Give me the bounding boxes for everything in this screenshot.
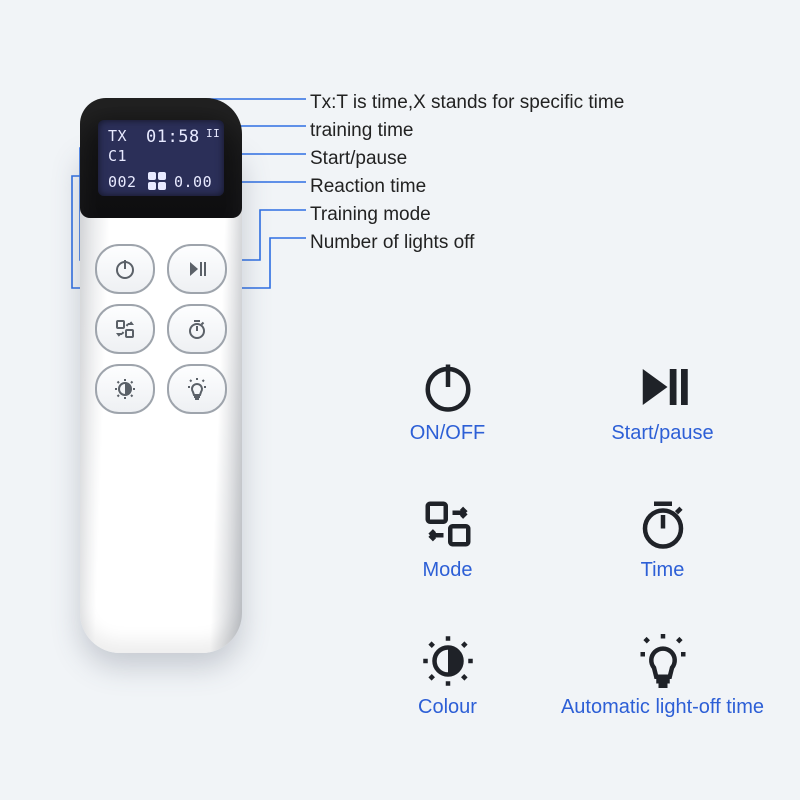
remote-control: TX 01:58 II C1 002 0.00 [80,98,242,653]
lcd-reaction-time: 0.00 [174,174,212,191]
callout-training: training time [310,117,624,145]
callout-tx: Tx:T is time,X stands for specific time [310,89,624,117]
legend-onoff-label: ON/OFF [340,422,555,445]
lcd-training-time: 01:58 [146,128,200,147]
legend-onoff: ON/OFF [340,358,555,445]
legend-time: Time [555,495,770,582]
legend-auto-label: Automatic light-off time [555,696,770,719]
legend-mode: Mode [340,495,555,582]
lcd-training-mode: C1 [108,148,127,165]
lcd-tx-indicator: TX [108,128,127,145]
mode-icon [419,495,477,553]
lcd-pause-indicator: II [206,128,220,140]
lcd-grid-icon [148,172,168,192]
legend-mode-label: Mode [340,559,555,582]
lcd-screen: TX 01:58 II C1 002 0.00 [98,120,224,196]
legend-auto: Automatic light-off time [555,632,770,719]
callout-reaction: Reaction time [310,173,624,201]
callout-mode: Training mode [310,201,624,229]
callout-list: Tx:T is time,X stands for specific time … [310,89,624,257]
colour-icon [419,632,477,690]
mode-button[interactable] [95,304,155,354]
lcd-count: 002 [108,174,137,191]
start-pause-button[interactable] [167,244,227,294]
legend-startpause-label: Start/pause [555,422,770,445]
colour-button[interactable] [95,364,155,414]
button-legend: ON/OFF Start/pause Mode Time Colour [340,358,770,719]
lightbulb-icon [634,632,692,690]
play-pause-icon [634,358,692,416]
time-button[interactable] [167,304,227,354]
callout-count: Number of lights off [310,229,624,257]
auto-light-off-button[interactable] [167,364,227,414]
callout-startpause: Start/pause [310,145,624,173]
legend-colour-label: Colour [340,696,555,719]
legend-startpause: Start/pause [555,358,770,445]
stopwatch-icon [634,495,692,553]
legend-time-label: Time [555,559,770,582]
legend-colour: Colour [340,632,555,719]
power-button[interactable] [95,244,155,294]
remote-head: TX 01:58 II C1 002 0.00 [80,98,242,218]
power-icon [419,358,477,416]
